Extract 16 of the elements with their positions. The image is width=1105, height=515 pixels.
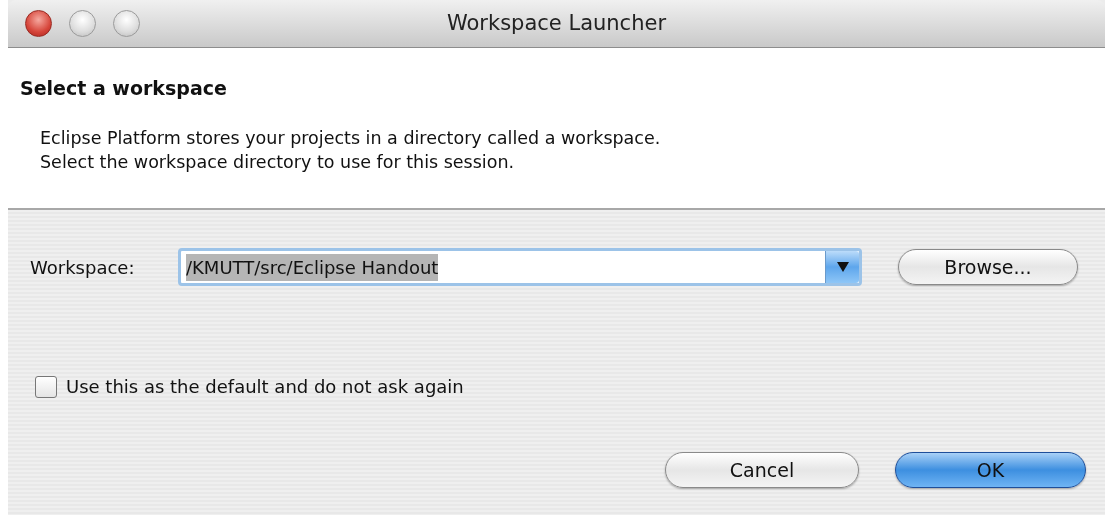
workspace-path-text: /KMUTT/src/Eclipse Handout [186,253,439,281]
dropdown-caret-icon [836,262,849,272]
cancel-button[interactable]: Cancel [665,452,859,488]
close-button[interactable] [25,10,52,37]
checkbox[interactable] [35,375,57,398]
dialog-heading: Select a workspace [19,76,228,101]
description-text: Select the workspace directory to use for this session. [40,150,516,174]
window-control-button[interactable] [113,10,140,37]
checkbox-label: Use this as the default and do not ask again [66,375,464,399]
workspace-combo-box[interactable]: /KMUTT/src/Eclipse Handout [178,248,862,286]
workspace-label: Workspace: [30,255,136,280]
ok-button[interactable]: OK [895,452,1086,488]
browse-button[interactable]: Browse... [898,249,1078,285]
description-text: Eclipse Platform stores your projects in a directory called a workspace. [40,126,662,150]
window-control-button[interactable] [69,10,96,37]
window-title: Workspace Launcher [446,9,667,37]
